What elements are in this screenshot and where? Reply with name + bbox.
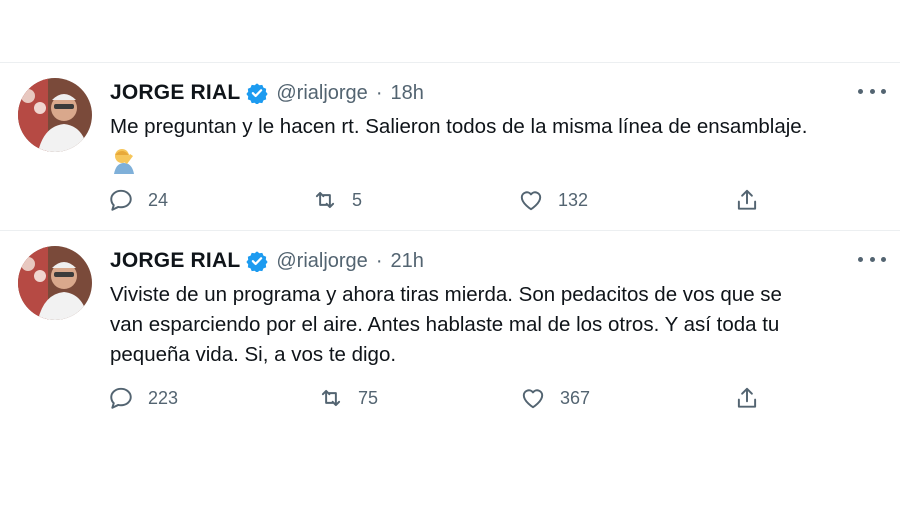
- reply-button[interactable]: 223: [108, 384, 178, 412]
- reply-count: 24: [148, 189, 169, 210]
- retweet-count: 5: [352, 189, 363, 210]
- handle[interactable]: @rialjorge: [276, 82, 367, 105]
- display-name[interactable]: JORGE RIAL: [110, 81, 240, 105]
- retweet-button[interactable]: 5: [312, 186, 362, 214]
- verified-badge-icon: [246, 82, 268, 105]
- verified-badge-icon: [246, 250, 268, 273]
- timestamp[interactable]: 21h: [390, 250, 423, 273]
- share-button[interactable]: [734, 186, 760, 214]
- reply-icon: [110, 387, 132, 409]
- top-area: [0, 0, 900, 62]
- like-count: 367: [560, 387, 591, 408]
- like-button[interactable]: 132: [518, 186, 588, 214]
- share-icon: [737, 387, 757, 408]
- like-count: 132: [558, 189, 589, 210]
- heart-icon: [520, 191, 542, 211]
- timestamp[interactable]: 18h: [390, 82, 423, 105]
- retweet-button[interactable]: 75: [318, 384, 378, 412]
- display-name[interactable]: JORGE RIAL: [110, 249, 240, 273]
- share-icon: [737, 189, 757, 210]
- retweet-icon: [321, 389, 341, 407]
- tweet[interactable]: JORGE RIAL @rialjorge · 21h Viviste de u…: [0, 230, 900, 430]
- separator: ·: [375, 249, 383, 272]
- more-options-icon[interactable]: [858, 254, 886, 264]
- retweet-icon: [315, 191, 335, 209]
- avatar[interactable]: [18, 246, 92, 320]
- more-options-icon[interactable]: [858, 86, 886, 96]
- handle[interactable]: @rialjorge: [276, 250, 367, 273]
- person-facepalming-icon: [110, 146, 138, 174]
- separator: ·: [375, 81, 383, 104]
- tweet-text: Me preguntan y le hacen rt. Salieron tod…: [110, 115, 808, 138]
- reply-count: 223: [148, 387, 179, 408]
- share-button[interactable]: [734, 384, 760, 412]
- reply-icon: [110, 189, 132, 211]
- tweet-text: Viviste de un programa y ahora tiras mie…: [110, 283, 782, 366]
- reply-button[interactable]: 24: [108, 186, 168, 214]
- like-button[interactable]: 367: [520, 384, 590, 412]
- heart-icon: [522, 389, 544, 409]
- avatar[interactable]: [18, 78, 92, 152]
- tweet[interactable]: JORGE RIAL @rialjorge · 18h Me preguntan…: [0, 62, 900, 230]
- retweet-count: 75: [358, 387, 379, 408]
